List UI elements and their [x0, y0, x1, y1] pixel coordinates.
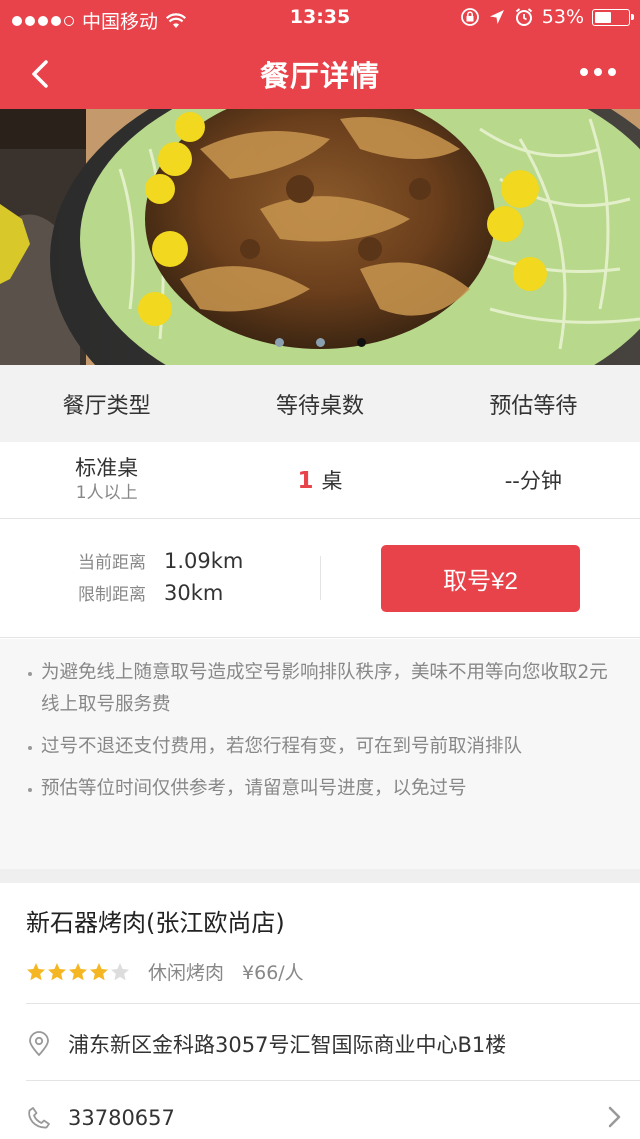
table-capacity: 1人以上 [75, 483, 138, 503]
address-text: 浦东新区金科路3057号汇智国际商业中心B1楼 [68, 1033, 507, 1057]
current-distance: 当前距离 1.09km [78, 548, 244, 574]
take-number-button[interactable]: 取号¥2 [381, 545, 580, 612]
restaurant-name: 新石器烤肉(张江欧尚店) [26, 909, 285, 937]
more-dot [608, 68, 616, 76]
rotation-lock-icon [460, 8, 479, 26]
notice-item: 为避免线上随意取号造成空号影响排队秩序，美味不用等向您收取2元线上取号服务费 [28, 657, 610, 721]
header-table-type: 餐厅类型 [62, 393, 151, 419]
carousel-dot[interactable] [315, 338, 325, 347]
star-filled-icon [48, 962, 66, 980]
more-dot [580, 68, 588, 76]
address-row[interactable]: 浦东新区金科路3057号汇智国际商业中心B1楼 [26, 1029, 640, 1059]
nav-bar: 餐厅详情 [0, 36, 640, 109]
more-dot [594, 68, 602, 76]
current-distance-value: 1.09km [164, 548, 244, 573]
limit-distance: 限制距离 30km [78, 580, 224, 606]
more-button[interactable] [576, 60, 620, 84]
notice-item: 过号不退还支付费用，若您行程有变，可在到号前取消排队 [28, 731, 610, 763]
page-title: 餐厅详情 [259, 59, 380, 93]
divider [26, 1080, 640, 1081]
rating-line: 休闲烤肉 ¥66/人 [26, 958, 304, 985]
estimated-wait: --分钟 [504, 469, 562, 493]
cuisine-type: 休闲烤肉 [148, 962, 225, 984]
star-rating [26, 962, 130, 982]
carousel-indicator [0, 338, 640, 347]
restaurant-info: 新石器烤肉(张江欧尚店) 休闲烤肉 ¥66/人 浦东新区金科路3057号汇智国际… [0, 883, 640, 1139]
carousel-dot[interactable] [356, 338, 366, 347]
location-arrow-icon [489, 10, 504, 24]
battery-percent: 53% [541, 6, 584, 28]
queue-table-header: 餐厅类型 等待桌数 预估等待 [0, 365, 640, 442]
distance-section: 当前距离 1.09km 限制距离 30km 取号¥2 [0, 520, 640, 638]
waiting-tables-unit: 桌 [321, 469, 343, 493]
star-filled-icon [27, 962, 45, 980]
queue-table-row: 标准桌 1人以上 1桌 --分钟 [0, 442, 640, 519]
limit-distance-value: 30km [164, 580, 224, 605]
header-wait-time: 预估等待 [489, 393, 578, 419]
current-distance-label: 当前距离 [78, 553, 146, 573]
location-pin-icon [29, 1031, 49, 1057]
chevron-right-icon [608, 1106, 621, 1128]
phone-icon [28, 1107, 50, 1129]
star-empty-icon [111, 962, 129, 980]
carousel-dot[interactable] [274, 338, 284, 347]
divider [320, 556, 321, 600]
waiting-tables-count: 1 [297, 468, 314, 494]
photo-carousel[interactable] [0, 109, 640, 365]
star-filled-icon [90, 962, 108, 980]
food-photo [0, 109, 640, 365]
waiting-tables: 1桌 [213, 465, 426, 495]
limit-distance-label: 限制距离 [78, 585, 146, 605]
divider [26, 1003, 640, 1004]
average-price: ¥66/人 [242, 962, 304, 984]
star-filled-icon [69, 962, 87, 980]
status-bar: 中国移动 13:35 53% [0, 0, 640, 36]
notice-item: 预估等位时间仅供参考，请留意叫号进度，以免过号 [28, 773, 610, 805]
battery-icon [592, 8, 634, 26]
section-gap [0, 869, 640, 883]
phone-number: 33780657 [68, 1106, 175, 1130]
table-type: 标准桌 [75, 456, 139, 480]
alarm-icon [515, 8, 532, 26]
notice-list: 为避免线上随意取号造成空号影响排队秩序，美味不用等向您收取2元线上取号服务费 过… [0, 639, 640, 869]
header-wait-count: 等待桌数 [275, 393, 364, 419]
phone-row[interactable]: 33780657 [26, 1105, 640, 1131]
